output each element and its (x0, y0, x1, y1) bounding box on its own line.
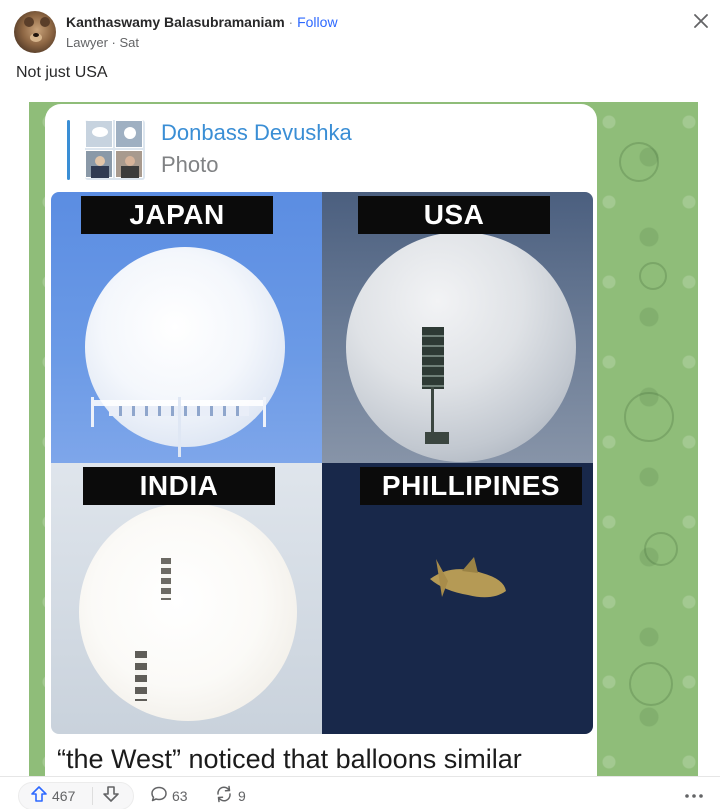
follow-separator: · (288, 14, 294, 30)
photo-india: INDIA (51, 463, 322, 734)
photo-usa: USA (322, 192, 593, 463)
close-icon[interactable] (694, 12, 708, 32)
follow-button[interactable]: Follow (297, 14, 337, 30)
author-name[interactable]: Kanthaswamy Balasubramaniam (66, 14, 285, 30)
message-caption: “the West” noticed that balloons similar (57, 744, 522, 774)
reply-bar (67, 120, 70, 180)
upvote-arrow-icon (30, 785, 48, 806)
share-recycle-icon (214, 785, 234, 806)
label-india: INDIA (83, 467, 275, 505)
post-image[interactable]: Donbass Devushka Photo JAPAN USA INDIA P… (29, 102, 698, 776)
photo-japan: JAPAN (51, 192, 322, 463)
action-bar: 467 63 9 (0, 776, 720, 809)
photo-phillipines: PHILLIPINES (322, 463, 593, 734)
balloon-photo-grid: JAPAN USA INDIA PHILLIPINES (51, 192, 593, 734)
label-phillipines: PHILLIPINES (360, 467, 582, 505)
downvote-arrow-icon (102, 785, 120, 806)
label-japan: JAPAN (81, 196, 273, 234)
author-line: Kanthaswamy Balasubramaniam · Follow (66, 14, 338, 30)
post-header: Kanthaswamy Balasubramaniam · Follow Law… (14, 11, 720, 55)
vote-divider (92, 787, 93, 805)
reply-type: Photo (161, 152, 219, 177)
label-usa: USA (358, 196, 550, 234)
comment-bubble-icon (150, 785, 168, 806)
reply-sender: Donbass Devushka (161, 120, 352, 145)
more-dots-icon[interactable] (684, 783, 704, 804)
upvote-button[interactable]: 467 (30, 785, 75, 806)
post-text: Not just USA (16, 64, 108, 81)
comment-count: 63 (172, 787, 188, 804)
meta-separator: · (111, 35, 116, 50)
reply-thumbnail (85, 120, 145, 180)
share-count: 9 (238, 787, 246, 804)
author-avatar[interactable] (14, 11, 56, 53)
downvote-button[interactable] (102, 785, 120, 806)
author-meta: Lawyer · Sat (66, 35, 139, 50)
upvote-count: 467 (52, 787, 76, 804)
author-credential[interactable]: Lawyer (66, 35, 108, 50)
message-bubble: Donbass Devushka Photo JAPAN USA INDIA P… (45, 104, 597, 776)
post-time[interactable]: Sat (120, 35, 140, 50)
comment-button[interactable]: 63 (150, 785, 188, 806)
share-button[interactable]: 9 (214, 785, 246, 806)
